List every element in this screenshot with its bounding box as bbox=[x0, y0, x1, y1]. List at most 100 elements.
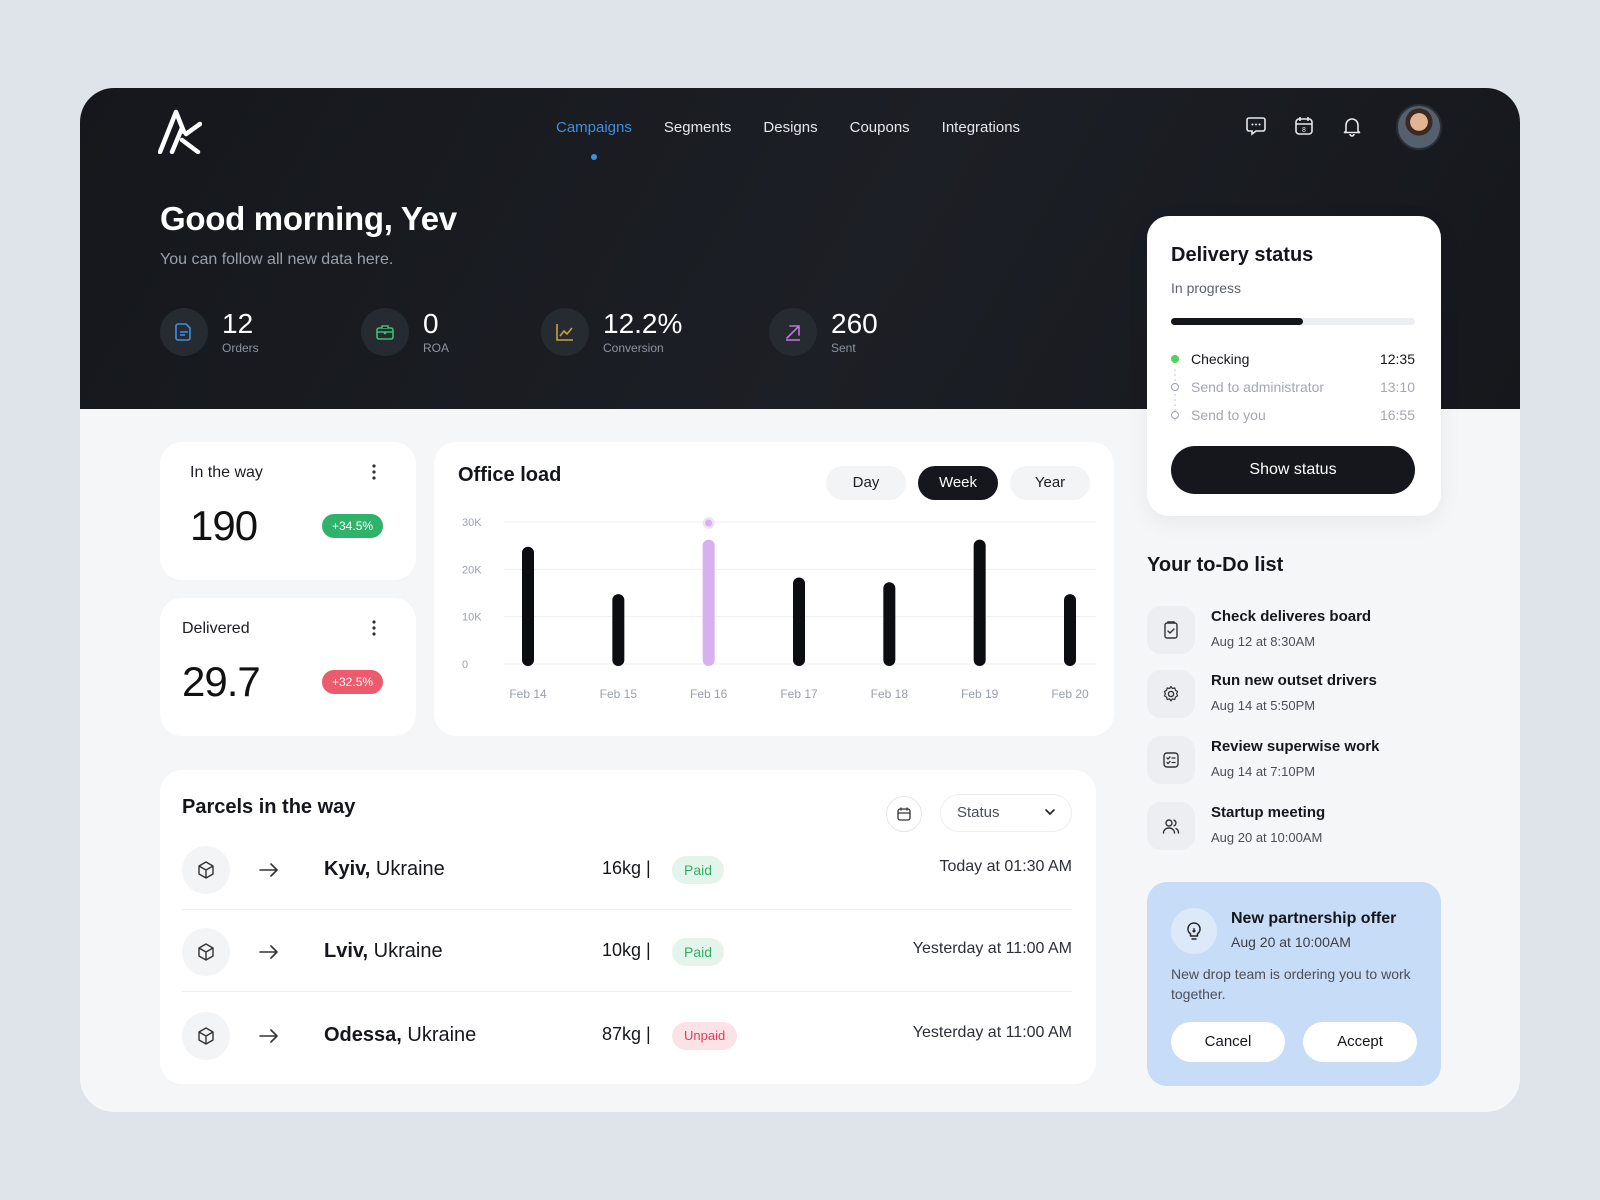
show-status-button[interactable]: Show status bbox=[1171, 446, 1415, 494]
table-row[interactable]: Lviv, Ukraine 10kg | Paid Yesterday at 1… bbox=[182, 912, 1072, 992]
delivery-step: Send to administrator 13:10 bbox=[1171, 378, 1415, 398]
status-badge: Paid bbox=[672, 856, 725, 884]
stat-orders: 12 Orders bbox=[160, 308, 259, 356]
document-icon bbox=[160, 308, 208, 356]
stat-conversion: 12.2% Conversion bbox=[541, 308, 682, 356]
calendar-icon bbox=[897, 807, 911, 821]
stat-value: 0 bbox=[423, 308, 439, 339]
status-dropdown-label: Status bbox=[957, 804, 1000, 821]
stat-label: Sent bbox=[831, 341, 856, 355]
stat-label: ROA bbox=[423, 341, 450, 355]
x-tick-label: Feb 17 bbox=[780, 687, 818, 701]
delivery-status-card: Delivery status In progress Checking 12:… bbox=[1147, 216, 1441, 516]
destination-country: Ukraine bbox=[370, 858, 445, 880]
chevron-down-icon bbox=[1045, 809, 1055, 816]
todo-item[interactable]: Run new outset drivers Aug 14 at 5:50PM bbox=[1147, 670, 1447, 722]
parcel-weight: 10kg | bbox=[602, 940, 651, 960]
status-badge: Unpaid bbox=[672, 1022, 738, 1050]
arrow-right-icon bbox=[259, 1029, 278, 1043]
nav-label: Campaigns bbox=[556, 119, 632, 136]
package-icon bbox=[182, 1012, 230, 1060]
period-year-tab[interactable]: Year bbox=[1010, 466, 1090, 500]
partnership-offer-card: New partnership offer Aug 20 at 10:00AM … bbox=[1147, 882, 1441, 1086]
avatar[interactable] bbox=[1396, 104, 1442, 150]
cancel-button[interactable]: Cancel bbox=[1171, 1022, 1285, 1062]
lightbulb-icon bbox=[1171, 908, 1217, 954]
chat-icon[interactable] bbox=[1244, 114, 1268, 138]
nav-designs[interactable]: Designs bbox=[763, 119, 817, 136]
step-name: Checking bbox=[1191, 351, 1250, 367]
destination-city: Lviv, bbox=[324, 940, 369, 962]
y-tick-label: 30K bbox=[462, 517, 482, 529]
office-load-chart: 30K 20K 10K 0 Feb 14 Feb 15 Feb 16 Feb 17 Feb 18… bbox=[462, 517, 1096, 701]
todo-name: Check deliveres board bbox=[1211, 608, 1372, 625]
x-tick-label: Feb 18 bbox=[871, 687, 909, 701]
status-dropdown[interactable]: Status bbox=[940, 794, 1072, 832]
nav-coupons[interactable]: Coupons bbox=[850, 119, 910, 136]
bell-icon[interactable] bbox=[1340, 114, 1364, 138]
table-row[interactable]: Kyiv, Ukraine 16kg | Paid Today at 01:30… bbox=[182, 830, 1072, 910]
step-name: Send to administrator bbox=[1191, 379, 1325, 395]
chart-title: Office load bbox=[458, 464, 562, 486]
accept-button[interactable]: Accept bbox=[1303, 1022, 1417, 1062]
package-icon bbox=[182, 846, 230, 894]
nav-campaigns[interactable]: Campaigns bbox=[556, 119, 632, 160]
svg-text:8: 8 bbox=[1302, 127, 1306, 134]
active-nav-indicator bbox=[590, 154, 597, 160]
step-name: Send to you bbox=[1191, 407, 1266, 423]
package-icon bbox=[182, 928, 230, 976]
table-row[interactable]: Odessa, Ukraine 87kg | Unpaid Yesterday … bbox=[182, 996, 1072, 1076]
nav-segments[interactable]: Segments bbox=[664, 119, 732, 136]
parcels-title: Parcels in the way bbox=[182, 796, 356, 818]
step-time: 16:55 bbox=[1379, 407, 1415, 423]
offer-text: New drop team is ordering you to work to… bbox=[1171, 966, 1411, 1002]
todo-name: Run new outset drivers bbox=[1211, 672, 1377, 689]
y-tick-label: 10K bbox=[462, 612, 482, 624]
calendar-filter-button[interactable] bbox=[886, 796, 922, 832]
stat-sent: 260 Sent bbox=[769, 308, 878, 356]
todo-item[interactable]: Startup meeting Aug 20 at 10:00AM bbox=[1147, 802, 1447, 854]
todo-item[interactable]: Check deliveres board Aug 12 at 8:30AM bbox=[1147, 606, 1447, 658]
period-week-tab[interactable]: Week bbox=[918, 466, 998, 500]
delivery-step: Send to you 16:55 bbox=[1171, 406, 1415, 426]
destination: Odessa, Ukraine bbox=[324, 1024, 476, 1047]
checklist-icon bbox=[1147, 736, 1195, 784]
users-icon bbox=[1147, 802, 1195, 850]
offer-title: New partnership offer bbox=[1231, 910, 1397, 927]
todo-name: Review superwise work bbox=[1211, 738, 1380, 755]
x-tick-label: Feb 20 bbox=[1051, 687, 1089, 701]
stat-label: Orders bbox=[222, 341, 259, 355]
destination-country: Ukraine bbox=[401, 1024, 477, 1046]
calendar-icon[interactable]: 8 bbox=[1292, 114, 1316, 138]
kpi-value: 190 bbox=[190, 502, 258, 549]
todo-date: Aug 14 at 5:50PM bbox=[1211, 698, 1316, 713]
todo-title: Your to-Do list bbox=[1147, 554, 1284, 576]
kpi-change-badge: +34.5% bbox=[322, 514, 384, 538]
main-nav: Campaigns Segments Designs Coupons Integ… bbox=[556, 119, 1020, 160]
todo-name: Startup meeting bbox=[1211, 804, 1326, 821]
step-pending-dot bbox=[1171, 383, 1179, 391]
kpi-title: Delivered bbox=[182, 620, 250, 637]
highlight-marker-dot bbox=[705, 519, 713, 527]
briefcase-icon bbox=[361, 308, 409, 356]
arrow-up-right-icon bbox=[769, 308, 817, 356]
x-tick-label: Feb 15 bbox=[600, 687, 638, 701]
destination-country: Ukraine bbox=[368, 940, 443, 962]
kpi-value: 29.7 bbox=[182, 658, 261, 705]
line-chart-icon bbox=[541, 308, 589, 356]
kpi-in-the-way: In the way 190 +34.5% bbox=[160, 442, 416, 580]
parcel-time: Yesterday at 11:00 AM bbox=[912, 1024, 1072, 1041]
greeting: Good morning, Yev bbox=[160, 200, 457, 237]
step-done-dot bbox=[1171, 355, 1179, 363]
parcel-time: Yesterday at 11:00 AM bbox=[912, 940, 1072, 957]
nav-integrations[interactable]: Integrations bbox=[942, 119, 1020, 136]
office-load-card: Office load Day Week Year 30K 20K 10K 0 Feb … bbox=[434, 442, 1114, 736]
delivery-subtitle: In progress bbox=[1171, 280, 1242, 296]
logo bbox=[158, 109, 202, 154]
more-options-icon[interactable] bbox=[366, 618, 382, 638]
todo-item[interactable]: Review superwise work Aug 14 at 7:10PM bbox=[1147, 736, 1447, 788]
step-pending-dot bbox=[1171, 411, 1179, 419]
clipboard-check-icon bbox=[1147, 606, 1195, 654]
more-options-icon[interactable] bbox=[366, 462, 382, 482]
period-day-tab[interactable]: Day bbox=[826, 466, 906, 500]
